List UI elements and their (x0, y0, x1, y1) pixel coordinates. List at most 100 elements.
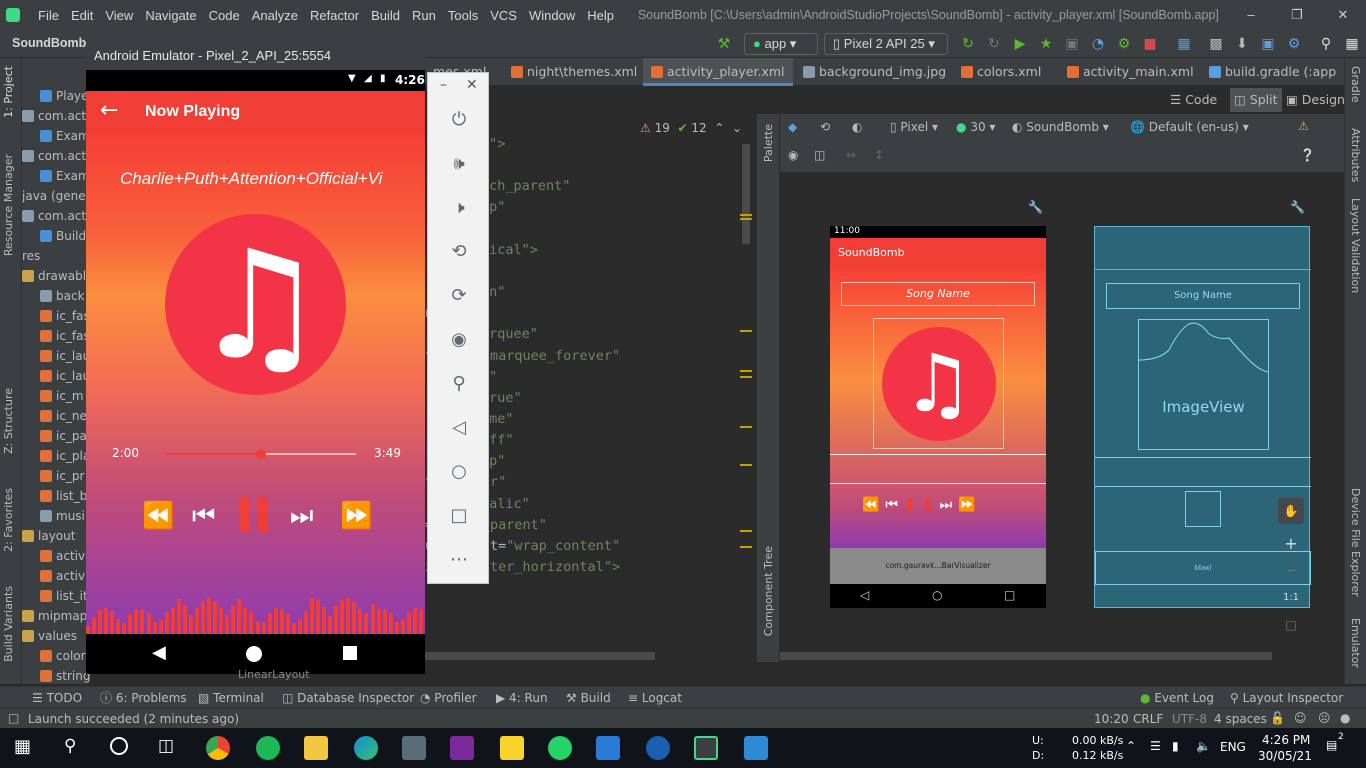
tab-night-themes[interactable]: night\themes.xml (503, 58, 637, 86)
menu-build[interactable]: Build (371, 8, 400, 23)
chevron-up-icon[interactable]: ⌃ (714, 121, 724, 135)
notifications-icon[interactable]: ▤ (1326, 738, 1337, 752)
layout-inspector-icon[interactable]: ▣ (1260, 36, 1276, 52)
tree-item[interactable]: ic_lau (40, 366, 90, 386)
zoom-fit-icon[interactable]: □ (1278, 618, 1304, 632)
blueprint-song-name[interactable]: Song Name (1106, 283, 1300, 309)
close-icon[interactable]: ✕ (466, 77, 478, 93)
preview-song-name[interactable]: Song Name (841, 282, 1035, 306)
rotate-right-icon[interactable]: ⟳ (446, 283, 472, 309)
network-icon[interactable]: ☰ (1150, 739, 1161, 753)
chevron-up-icon[interactable]: ⌃ (1126, 739, 1136, 753)
attach-icon[interactable]: ⚙ (1116, 36, 1132, 52)
tab-gradle[interactable]: Gradle (1349, 66, 1362, 103)
menu-navigate[interactable]: Navigate (145, 8, 196, 23)
tab-problems[interactable]: ⓘ 6: Problems (100, 687, 187, 709)
tab-build[interactable]: ⚒ Build (566, 687, 611, 709)
help-icon[interactable]: ❔ (1300, 148, 1315, 162)
debug-icon[interactable]: ★ (1038, 36, 1054, 52)
search-icon[interactable]: ⚲ (64, 736, 76, 756)
caret-position[interactable]: 10:20 (1094, 712, 1129, 726)
avd-manager-icon[interactable]: ▩ (1208, 36, 1224, 52)
night-mode-icon[interactable]: ◐ (852, 120, 862, 134)
menu-run[interactable]: Run (412, 8, 436, 23)
tab-resource-manager[interactable]: Resource Manager (2, 154, 15, 256)
apply-code-icon[interactable]: ↻ (986, 36, 1002, 52)
task-view-icon[interactable]: ◫ (158, 736, 174, 756)
preview-visualizer[interactable]: com.gauravk...BarVisualizer (830, 548, 1046, 584)
photos-icon[interactable] (744, 736, 768, 760)
tree-item[interactable]: drawabl (22, 266, 86, 286)
clock-time[interactable]: 4:26 PM (1262, 733, 1310, 747)
menu-code[interactable]: Code (209, 8, 240, 23)
volume-down-icon[interactable]: 🕨 (446, 195, 472, 221)
camera-icon[interactable]: ◉ (446, 327, 472, 353)
tab-profiler[interactable]: ◔ Profiler (420, 687, 477, 709)
cortana-icon[interactable] (110, 737, 128, 755)
memory-icon[interactable]: ● (1340, 711, 1350, 725)
whatsapp-icon[interactable] (548, 736, 572, 760)
tab-project[interactable]: 1: Project (2, 66, 15, 118)
inspection-widget[interactable]: ⚠ 19 ✔ 12 ⌃ ⌄ (640, 118, 742, 138)
run-icon[interactable]: ▶ (1012, 36, 1028, 52)
tree-item[interactable]: mipmap (22, 606, 87, 626)
menu-analyze[interactable]: Analyze (252, 8, 298, 23)
chevron-down-icon[interactable]: ⌄ (732, 121, 742, 135)
zoom-reset-button[interactable]: 1:1 (1278, 592, 1304, 603)
spotify-icon[interactable] (256, 736, 280, 760)
language-indicator[interactable]: ENG (1220, 740, 1246, 754)
layers-icon[interactable]: ◆ (788, 120, 797, 134)
tab-build-variants[interactable]: Build Variants (2, 586, 15, 662)
code-line[interactable]: tch_parent" (481, 178, 570, 194)
fast-forward-icon[interactable]: ⏩ (340, 501, 372, 531)
tab-terminal[interactable]: ▧ Terminal (198, 687, 264, 709)
warning-icon[interactable]: ⚠ (1298, 119, 1309, 133)
skip-next-icon[interactable]: ⏭ (290, 501, 313, 532)
tree-item[interactable]: back (40, 286, 85, 306)
smile-icon[interactable]: ☺ (1294, 711, 1307, 725)
overview-icon[interactable]: □ (446, 503, 472, 529)
menu-file[interactable]: File (38, 8, 59, 23)
apply-changes-icon[interactable]: ↻ (960, 36, 976, 52)
store-icon[interactable] (596, 736, 620, 760)
minimize-icon[interactable]: – (440, 77, 447, 93)
tree-item[interactable]: com.act (22, 206, 86, 226)
lock-icon[interactable]: 🔓 (1270, 711, 1285, 725)
back-icon[interactable]: ◀ (152, 642, 166, 663)
sync-gradle-icon[interactable]: ▦ (1176, 36, 1192, 52)
seekbar-track[interactable] (166, 449, 356, 459)
tree-item[interactable]: ic_pr (40, 466, 84, 486)
home-icon[interactable]: ○ (446, 459, 472, 485)
theme-select[interactable]: ◐ SoundBomb ▾ (1012, 120, 1109, 134)
tree-item[interactable]: musi (40, 506, 85, 526)
tab-layout-inspector[interactable]: ⚲ Layout Inspector (1230, 687, 1343, 709)
app-icon[interactable] (646, 736, 670, 760)
menu-window[interactable]: Window (529, 8, 575, 23)
tree-item[interactable]: ic_pla (40, 446, 90, 466)
tab-activity-player[interactable]: activity_player.xml (643, 58, 793, 86)
locale-select[interactable]: 🌐 Default (en-us) ▾ (1130, 120, 1249, 134)
tab-layout-validation[interactable]: Layout Validation (1349, 198, 1362, 293)
pan-hand-icon[interactable]: ✋ (1278, 498, 1304, 524)
sad-icon[interactable]: ☹ (1318, 711, 1331, 725)
tree-item[interactable]: strings.xml (40, 666, 90, 684)
blueprint-icon[interactable]: ◫ (814, 148, 825, 162)
tree-item[interactable]: Exam (40, 126, 90, 146)
tab-attributes[interactable]: Attributes (1349, 128, 1362, 182)
back-arrow-icon[interactable]: ← (100, 98, 118, 124)
tree-item[interactable]: ic_fas (40, 306, 90, 326)
tree-item[interactable]: ic_lau (40, 346, 90, 366)
menu-tools[interactable]: Tools (448, 8, 478, 23)
canvas-horizontal-scrollbar[interactable] (780, 652, 1272, 660)
orientation-icon[interactable]: ⟲ (820, 120, 830, 134)
split-mode-button[interactable]: ◫ Split (1230, 88, 1282, 112)
design-mode-button[interactable]: ▣ Design (1286, 88, 1345, 112)
code-line[interactable]: arquee" (481, 326, 538, 342)
onenote-icon[interactable] (450, 736, 474, 760)
tree-item[interactable]: ic_ne (40, 406, 87, 426)
pause-button[interactable] (240, 497, 270, 531)
editor-scrollbar[interactable] (742, 144, 750, 244)
calculator-icon[interactable] (402, 736, 426, 760)
expand-vertical-icon[interactable]: ↕ (874, 148, 884, 162)
profile-icon[interactable]: ◔ (1090, 36, 1106, 52)
